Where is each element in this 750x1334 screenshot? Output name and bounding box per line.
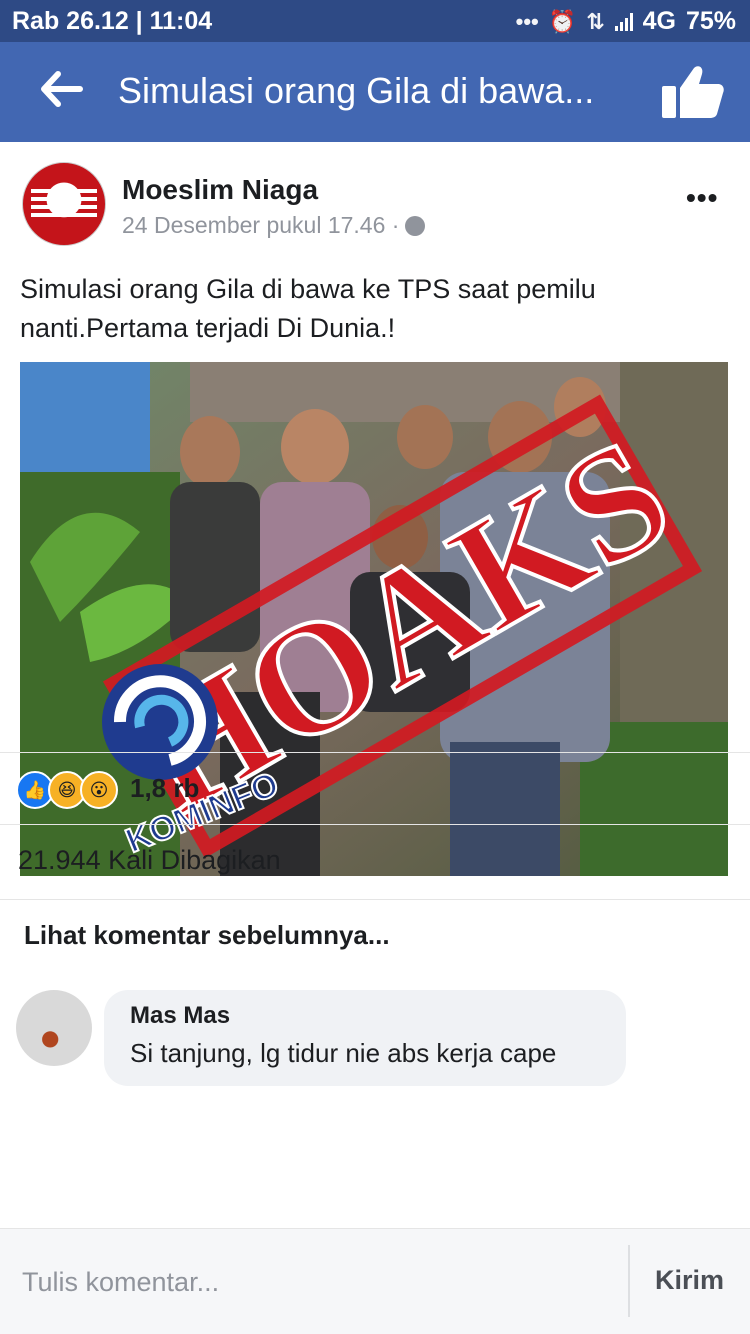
post-text: Simulasi orang Gila di bawa ke TPS saat … — [20, 274, 596, 343]
back-arrow-icon[interactable] — [36, 64, 86, 114]
like-page-icon[interactable] — [660, 64, 726, 120]
post-meta: 24 Desember pukul 17.46 · — [122, 212, 426, 239]
status-icons: ••• ⏰ ⇅ 4G 75% — [516, 7, 736, 36]
data-transfer-icon: ⇅ — [586, 8, 605, 34]
comment-composer: Kirim — [0, 1228, 750, 1334]
shares-row[interactable]: 21.944 Kali Dibagikan — [0, 824, 750, 900]
network-type: 4G — [642, 7, 676, 35]
status-bar: Rab 26.12 | 11:04 ••• ⏰ ⇅ 4G 75% — [0, 0, 750, 42]
author-name[interactable]: Moeslim Niaga — [122, 174, 318, 206]
share-count: 21.944 Kali Dibagikan — [18, 845, 281, 875]
commenter-name[interactable]: Mas Mas — [130, 1002, 230, 1030]
post-timestamp[interactable]: 24 Desember pukul 17.46 · — [122, 212, 399, 239]
reaction-count: 1,8 rb — [130, 773, 200, 803]
app-bar: Simulasi orang Gila di bawa... — [0, 42, 750, 142]
comment-bubble[interactable]: Mas Mas Si tanjung, lg tidur nie abs ker… — [104, 990, 626, 1086]
wow-icon: 😮 — [80, 771, 118, 809]
reaction-icons: 👍 😆 😮 — [16, 771, 118, 809]
view-previous-comments-link[interactable]: Lihat komentar sebelumnya... — [24, 920, 390, 951]
comment-text: Si tanjung, lg tidur nie abs kerja cape — [130, 1038, 557, 1068]
more-dots-icon: ••• — [515, 8, 539, 34]
alarm-icon: ⏰ — [548, 8, 577, 34]
signal-icon — [614, 12, 633, 31]
send-button[interactable]: Kirim — [655, 1265, 724, 1296]
composer-divider — [628, 1245, 630, 1317]
more-options-icon[interactable]: ••• — [686, 182, 718, 214]
commenter-avatar[interactable] — [16, 990, 92, 1066]
comment-item: Mas Mas Si tanjung, lg tidur nie abs ker… — [0, 990, 750, 1090]
author-avatar[interactable] — [22, 162, 106, 246]
status-datetime: Rab 26.12 | 11:04 — [12, 7, 213, 35]
battery-level: 75% — [685, 7, 736, 35]
reactions-bar[interactable]: 👍 😆 😮 1,8 rb — [0, 752, 750, 825]
globe-icon — [405, 215, 426, 236]
page-title: Simulasi orang Gila di bawa... — [118, 70, 595, 111]
comment-input[interactable] — [20, 1259, 604, 1305]
